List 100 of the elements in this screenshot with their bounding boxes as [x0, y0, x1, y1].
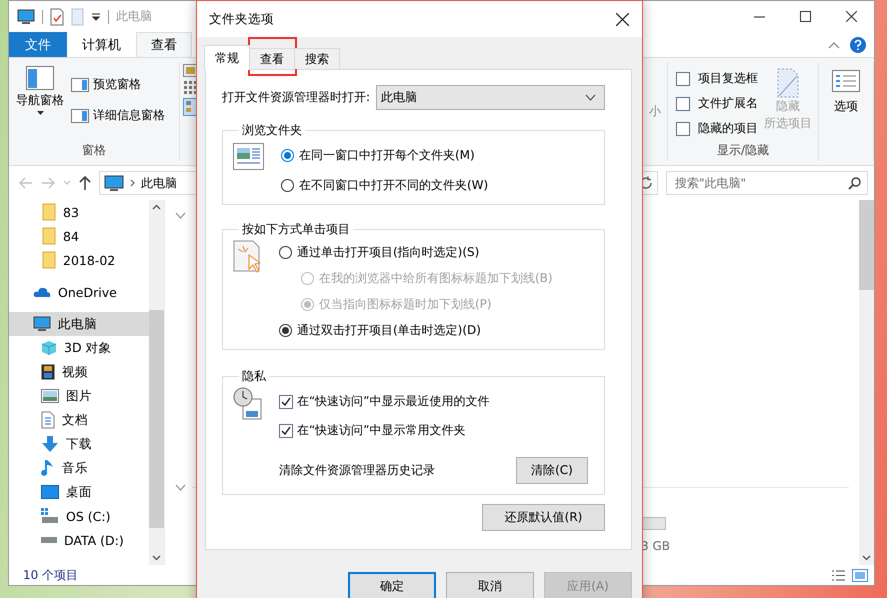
field-label: 打开文件资源管理器时打开:: [222, 89, 370, 106]
computer-icon: [33, 316, 51, 332]
nav-item[interactable]: 桌面: [9, 480, 149, 504]
details-pane-icon: [71, 108, 89, 122]
collapse-ribbon-icon[interactable]: [828, 40, 840, 48]
nav-item[interactable]: 84: [9, 224, 149, 248]
ribbon-tab[interactable]: 计算机: [67, 32, 136, 57]
navigation-pane-button[interactable]: 导航窗格: [9, 62, 71, 142]
dialog-tab[interactable]: 搜索: [294, 48, 340, 69]
up-arrow-icon[interactable]: [79, 176, 91, 190]
folder-icon: [42, 227, 56, 245]
dialog-tab[interactable]: 常规: [204, 45, 250, 70]
desktop-icon: [41, 485, 59, 499]
breadcrumb-chevron-icon: [130, 179, 135, 187]
group-title: 浏览文件夹: [241, 122, 303, 139]
radio-button[interactable]: [279, 324, 292, 337]
nav-item[interactable]: 83: [9, 200, 149, 224]
folder-icon: [42, 251, 56, 269]
cursor-page-icon: [233, 240, 263, 274]
nav-item[interactable]: 音乐: [9, 456, 149, 480]
checkbox-label: 文件扩展名: [698, 95, 758, 112]
checkbox-label: 在“快速访问”中显示常用文件夹: [297, 422, 466, 439]
radio-label: 在我的浏览器中给所有图标标题加下划线(B): [319, 270, 553, 287]
maximize-icon: [800, 11, 810, 22]
radio-label: 通过单击打开项目(指向时选定)(S): [297, 244, 480, 261]
nav-item[interactable]: DATA (D:): [9, 528, 149, 552]
checkbox-label: 项目复选框: [698, 70, 758, 87]
large-icons-view-icon[interactable]: [852, 568, 868, 582]
radio-label: 仅当指向图标标题时加下划线(P): [319, 296, 492, 313]
expand-chevron-icon: [175, 212, 186, 218]
radio-button[interactable]: [281, 149, 294, 162]
group-title: 按如下方式单击项目: [241, 221, 351, 238]
picture-icon: [41, 389, 59, 403]
ribbon-label: 小: [649, 103, 662, 120]
download-icon: [41, 435, 59, 453]
group-title: 隐私: [241, 368, 267, 385]
customize-caret-icon[interactable]: [91, 12, 101, 22]
details-view-icon[interactable]: [831, 568, 846, 582]
search-field[interactable]: 搜索"此电脑": [666, 171, 868, 195]
window-title: 此电脑: [116, 8, 152, 25]
caret-icon: [36, 111, 44, 115]
scrollbar[interactable]: [859, 200, 874, 565]
clear-button[interactable]: 清除(C): [516, 457, 588, 484]
radio-button[interactable]: [279, 246, 292, 259]
options-list-icon: [832, 70, 860, 92]
clock-document-icon: [233, 387, 263, 421]
music-note-icon: [41, 459, 55, 477]
dashed-page-icon: [777, 68, 799, 98]
location-dropdown[interactable]: 此电脑: [376, 85, 605, 110]
dialog-title: 文件夹选项: [209, 10, 274, 28]
clear-history-label: 清除文件资源管理器历史记录: [279, 462, 435, 479]
dialog-button[interactable]: 确定: [348, 572, 436, 598]
restore-defaults-button[interactable]: 还原默认值(R): [482, 504, 605, 531]
checkbox[interactable]: [279, 424, 293, 438]
check-icon: [281, 396, 291, 406]
pane-button[interactable]: 预览窗格: [71, 76, 165, 93]
folder-icon: [42, 203, 56, 221]
expand-chevron-icon: [175, 484, 186, 491]
radio-button[interactable]: [281, 179, 294, 192]
checkbox[interactable]: [676, 72, 690, 86]
scrollbar[interactable]: [149, 200, 164, 565]
cube-icon: [41, 340, 57, 356]
checkbox[interactable]: [676, 96, 690, 110]
window-icon: [233, 141, 265, 171]
group-label: 显示/隐藏: [716, 142, 770, 159]
drive-icon: [41, 537, 57, 543]
computer-icon: [104, 174, 124, 192]
nav-item[interactable]: OneDrive: [9, 280, 149, 304]
nav-item[interactable]: 下载: [9, 432, 149, 456]
checklist-icon[interactable]: [50, 8, 64, 26]
computer-icon: [17, 8, 35, 24]
search-icon: [848, 176, 861, 190]
radio-label: 通过双击打开项目(单击时选定)(D): [297, 322, 481, 339]
scrollbar-thumb[interactable]: [859, 200, 874, 290]
options-button[interactable]: 选项: [819, 62, 873, 115]
radio-label: 在同一窗口中打开每个文件夹(M): [299, 147, 475, 164]
nav-item[interactable]: 3D 对象: [9, 336, 149, 360]
pane-button[interactable]: 详细信息窗格: [71, 107, 165, 124]
item-count: 10 个项目: [23, 566, 78, 584]
ribbon-tab[interactable]: 查看: [136, 32, 192, 57]
nav-item[interactable]: OS (C:): [9, 504, 149, 528]
nav-item[interactable]: 图片: [9, 384, 149, 408]
radio-label: 在不同窗口中打开不同的文件夹(W): [299, 177, 488, 194]
nav-item[interactable]: 文档: [9, 408, 149, 432]
checkbox[interactable]: [676, 122, 690, 136]
pane-layout-icon: [26, 66, 54, 90]
checkbox-label: 隐藏的项目: [698, 120, 758, 137]
checkbox-label: 在“快速访问”中显示最近使用的文件: [297, 393, 490, 410]
nav-item[interactable]: 此电脑: [9, 312, 149, 336]
nav-item[interactable]: 2018-02: [9, 248, 149, 272]
ribbon-tab[interactable]: 文件: [9, 32, 67, 57]
help-icon[interactable]: [850, 36, 866, 52]
drive-icon: [41, 508, 59, 524]
checkbox[interactable]: [279, 394, 293, 408]
scrollbar-thumb[interactable]: [149, 310, 164, 528]
group-label: 窗格: [81, 142, 107, 159]
dialog-button[interactable]: 取消: [446, 572, 534, 598]
large-icons-icon[interactable]: [183, 64, 198, 77]
close-icon: [616, 12, 628, 26]
nav-item[interactable]: 视频: [9, 360, 149, 384]
